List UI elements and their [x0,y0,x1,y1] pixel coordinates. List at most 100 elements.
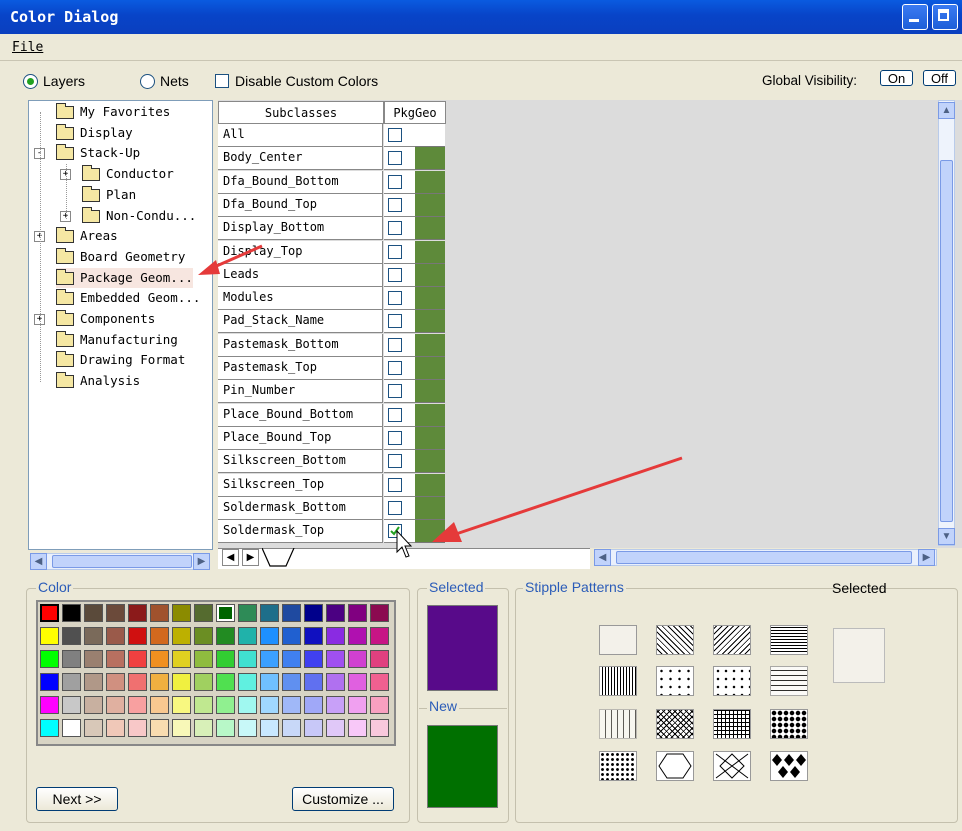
tree-item[interactable]: Plan [82,185,136,205]
palette-swatch[interactable] [348,627,367,645]
visibility-checkbox[interactable] [388,500,402,515]
palette-swatch[interactable] [84,627,103,645]
tree-item[interactable]: Areas [56,226,118,246]
layer-color-cell[interactable] [415,193,445,217]
palette-swatch[interactable] [106,627,125,645]
palette-swatch[interactable] [282,604,301,622]
scroll-right-arrow[interactable]: ▶ [193,553,210,570]
visibility-checkbox[interactable] [388,430,402,445]
palette-swatch[interactable] [194,719,213,737]
palette-swatch[interactable] [106,604,125,622]
palette-swatch[interactable] [260,604,279,622]
palette-swatch[interactable] [40,627,59,645]
palette-swatch[interactable] [62,604,81,622]
palette-swatch[interactable] [216,719,235,737]
minimize-button[interactable] [902,4,928,30]
palette-swatch[interactable] [238,719,257,737]
palette-swatch[interactable] [194,696,213,714]
palette-swatch[interactable] [238,627,257,645]
palette-swatch[interactable] [62,673,81,691]
tree-item[interactable]: Drawing Format [56,350,185,370]
tree-item[interactable]: My Favorites [56,102,170,122]
palette-swatch[interactable] [238,650,257,668]
stipple-grid[interactable] [713,709,751,739]
layer-color-cell[interactable] [415,403,445,427]
palette-swatch[interactable] [194,604,213,622]
palette-swatch[interactable] [216,650,235,668]
palette-swatch[interactable] [282,627,301,645]
palette-swatch[interactable] [304,627,323,645]
palette-swatch[interactable] [260,673,279,691]
visibility-checkbox[interactable] [388,197,402,212]
visibility-checkbox[interactable] [388,337,402,352]
palette-swatch[interactable] [106,650,125,668]
stipple-diag-left[interactable] [713,625,751,655]
visibility-checkbox[interactable] [388,361,402,375]
nets-radio[interactable] [140,74,155,89]
palette-swatch[interactable] [348,604,367,622]
palette-swatch[interactable] [216,604,235,622]
layer-color-cell[interactable] [415,217,445,241]
visibility-checkbox[interactable] [388,221,402,236]
stipple-octagon[interactable] [656,751,694,781]
tree-item[interactable]: Display [56,123,133,143]
scroll-right-arrow[interactable]: ▶ [918,549,935,566]
grid-hscroll-thumb[interactable] [616,551,912,564]
palette-swatch[interactable] [304,696,323,714]
palette-swatch[interactable] [238,604,257,622]
palette-swatch[interactable] [62,650,81,668]
visibility-checkbox[interactable] [388,477,402,492]
layer-color-cell[interactable] [415,287,445,311]
layer-color-cell[interactable] [415,170,445,194]
layer-color-cell[interactable] [415,333,445,357]
palette-swatch[interactable] [84,604,103,622]
layer-color-cell[interactable] [415,426,445,450]
palette-swatch[interactable] [370,650,389,668]
palette-swatch[interactable] [370,696,389,714]
tree-scroll-thumb[interactable] [52,555,192,568]
palette-swatch[interactable] [282,673,301,691]
palette-swatch[interactable] [238,673,257,691]
palette-swatch[interactable] [150,627,169,645]
visibility-checkbox[interactable] [388,151,402,166]
palette-swatch[interactable] [194,673,213,691]
sheet-next-button[interactable]: ▶ [242,549,259,566]
palette-swatch[interactable] [370,604,389,622]
layer-color-cell[interactable] [415,240,445,264]
palette-swatch[interactable] [40,650,59,668]
grid-vscroll-thumb[interactable] [940,160,953,522]
palette-swatch[interactable] [40,719,59,737]
visibility-checkbox[interactable] [388,384,402,399]
tree-item[interactable]: Conductor [82,164,174,184]
palette-swatch[interactable] [128,650,147,668]
palette-swatch[interactable] [172,627,191,645]
stipple-diag-right[interactable] [656,625,694,655]
palette-swatch[interactable] [326,719,345,737]
palette-swatch[interactable] [172,673,191,691]
visibility-checkbox[interactable] [388,244,402,259]
palette-swatch[interactable] [106,673,125,691]
palette-swatch[interactable] [150,719,169,737]
stipple-crosshatch-diag[interactable] [656,709,694,739]
palette-swatch[interactable] [260,650,279,668]
palette-swatch[interactable] [62,696,81,714]
stipple-horizontal[interactable] [770,625,808,655]
palette-swatch[interactable] [370,627,389,645]
palette-swatch[interactable] [172,604,191,622]
palette-swatch[interactable] [150,673,169,691]
sheet-tab[interactable] [262,548,302,568]
stipple-diamonds[interactable] [770,751,808,781]
disable-custom-colors-checkbox[interactable] [215,74,229,88]
maximize-button[interactable] [932,4,958,30]
palette-swatch[interactable] [282,696,301,714]
stipple-dense-dots[interactable] [770,709,808,739]
stipple-plus[interactable] [713,666,751,696]
palette-swatch[interactable] [260,719,279,737]
tree-item[interactable]: Stack-Up [56,143,140,163]
sheet-prev-button[interactable]: ◀ [222,549,239,566]
pkggeo-header[interactable]: PkgGeo [384,101,446,124]
palette-swatch[interactable] [106,719,125,737]
palette-swatch[interactable] [172,650,191,668]
visibility-checkbox[interactable] [388,267,402,282]
stipple-dashes[interactable] [770,666,808,696]
